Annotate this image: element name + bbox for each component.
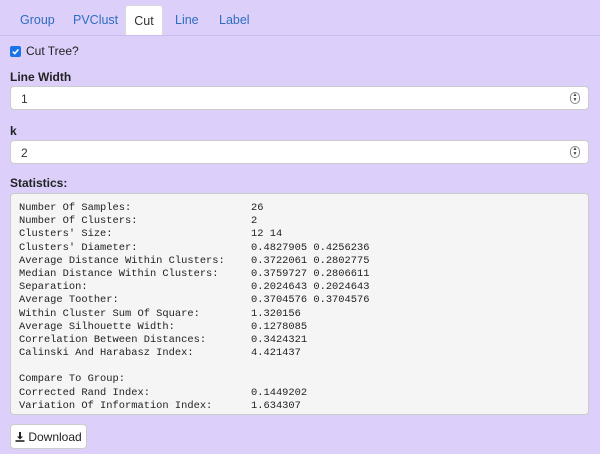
statistics-row: Calinski And Harabasz Index: 4.421437 [19, 347, 580, 360]
statistics-row-label: Average Distance Within Clusters: [19, 254, 225, 267]
statistics-row [19, 360, 580, 373]
statistics-row-value: 0.3759727 0.2806611 [251, 267, 370, 280]
line-width-value: 1 [21, 92, 28, 106]
statistics-row: Within Cluster Sum Of Square: 1.320156 [19, 308, 580, 321]
download-icon [15, 431, 25, 442]
statistics-row: Clusters' Size: 12 14 [19, 228, 580, 241]
line-width-input[interactable]: 1 ▲ ▼ [10, 86, 589, 110]
statistics-label: Statistics: [10, 176, 68, 190]
tab-label[interactable]: Label [209, 5, 260, 35]
statistics-row-value: 0.3424321 [251, 333, 308, 346]
statistics-row-value: 2 [251, 215, 258, 228]
statistics-row-label: Within Cluster Sum Of Square: [19, 307, 200, 320]
tab-bar: Group PVClust Cut Line Label [0, 0, 600, 36]
statistics-row-value: 4.421437 [251, 347, 301, 360]
statistics-row-label: Compare To Group: [19, 373, 126, 386]
tab-pvclust[interactable]: PVClust [63, 5, 128, 35]
statistics-row: Compare To Group: [19, 373, 580, 386]
statistics-row-value: 0.1278085 [251, 320, 308, 333]
statistics-row-value: 0.2024643 0.2024643 [251, 281, 370, 294]
statistics-row-value: 26 [251, 202, 264, 214]
statistics-row: Variation Of Information Index: 1.634307 [19, 400, 580, 413]
tab-line[interactable]: Line [165, 5, 209, 35]
statistics-row: Median Distance Within Clusters: 0.375972… [19, 268, 580, 281]
statistics-row-label: Clusters' Size: [19, 228, 113, 241]
statistics-row: Average Distance Within Clusters: 0.37220… [19, 255, 580, 268]
statistics-row-label: Number Of Samples: [19, 202, 132, 214]
statistics-row-label: Variation Of Information Index: [19, 399, 213, 412]
statistics-row-label: Clusters' Diameter: [19, 241, 138, 254]
statistics-row-label: Correlation Between Distances: [19, 333, 207, 346]
statistics-row: Average Silhouette Width: 0.1278085 [19, 321, 580, 334]
download-button[interactable]: Download [10, 424, 87, 449]
statistics-row-value: 0.4827905 0.4256236 [251, 241, 370, 254]
cut-tree-label: Cut Tree? [26, 44, 79, 58]
k-value: 2 [21, 146, 28, 160]
statistics-output: Number Of Samples: 26 Number Of Clusters: 2… [10, 193, 589, 415]
spin-down-icon[interactable]: ▼ [573, 152, 578, 157]
statistics-row-label: Average Silhouette Width: [19, 320, 175, 333]
statistics-row-value: 12 14 [251, 228, 283, 241]
statistics-row-value: 0.1449202 [251, 386, 308, 399]
statistics-row-label [19, 360, 251, 373]
cut-tree-checkbox[interactable] [10, 45, 21, 57]
statistics-row: Number Of Clusters: 2 [19, 215, 580, 228]
statistics-row-label: Calinski And Harabasz Index: [19, 347, 194, 360]
statistics-row-value: 1.634307 [251, 399, 301, 412]
statistics-row: Number Of Samples: 26 [19, 202, 580, 215]
statistics-row: Separation: 0.2024643 0.2024643 [19, 281, 580, 294]
statistics-row-label: Median Distance Within Clusters: [19, 267, 219, 280]
tab-group[interactable]: Group [10, 5, 65, 35]
line-width-label: Line Width [10, 70, 72, 84]
statistics-row: Clusters' Diameter: 0.4827905 0.4256236 [19, 242, 580, 255]
statistics-row: Average Toother: 0.3704576 0.3704576 [19, 294, 580, 307]
statistics-row: Correlation Between Distances: 0.3424321 [19, 334, 580, 347]
tab-cut[interactable]: Cut [125, 5, 163, 35]
spin-down-icon[interactable]: ▼ [573, 98, 578, 103]
statistics-row: Corrected Rand Index: 0.1449202 [19, 387, 580, 400]
statistics-row-label: Separation: [19, 281, 88, 294]
k-input[interactable]: 2 ▲ ▼ [10, 140, 589, 164]
statistics-row-label: Number Of Clusters: [19, 215, 138, 228]
k-spinner[interactable]: ▲ ▼ [570, 146, 580, 158]
statistics-row-value: 1.320156 [251, 307, 301, 320]
statistics-row-value: 0.3704576 0.3704576 [251, 294, 370, 307]
line-width-spinner[interactable]: ▲ ▼ [570, 92, 580, 104]
statistics-row-label: Corrected Rand Index: [19, 386, 150, 399]
statistics-row-value: 0.3722061 0.2802775 [251, 254, 370, 267]
k-label: k [10, 124, 17, 138]
check-icon [12, 48, 19, 55]
statistics-row-label: Average Toother: [19, 294, 119, 307]
cut-tree-option[interactable]: Cut Tree? [10, 43, 79, 59]
download-label: Download [28, 429, 82, 444]
